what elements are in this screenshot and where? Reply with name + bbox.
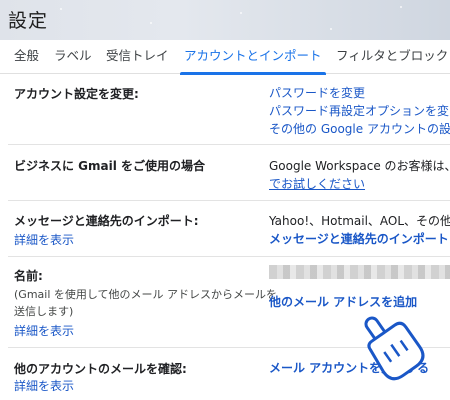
tab-inbox[interactable]: 受信トレイ xyxy=(106,40,169,74)
redacted-name xyxy=(269,265,450,279)
header-decoration xyxy=(150,22,152,24)
header-decoration xyxy=(330,28,332,30)
section-divider xyxy=(8,144,450,145)
import-mail-contacts-link[interactable]: メッセージと連絡先のインポート xyxy=(269,230,449,247)
name-note-line2: 送信します) xyxy=(14,305,74,318)
name-details-link[interactable]: 詳細を表示 xyxy=(14,322,74,339)
try-workspace-link[interactable]: でお試しください xyxy=(269,175,365,192)
section-divider xyxy=(8,200,450,201)
name-note-line1: (Gmail を使用して他のメール アドレスからメールを xyxy=(14,288,278,301)
tab-labels[interactable]: ラベル xyxy=(54,40,92,74)
tab-general[interactable]: 全般 xyxy=(14,40,39,74)
add-email-address-link[interactable]: 他のメール アドレスを追加 xyxy=(269,293,417,310)
header-decoration xyxy=(240,12,242,14)
import-label: メッセージと連絡先のインポート: xyxy=(14,214,199,228)
workspace-text: Google Workspace のお客様は、 xyxy=(269,159,450,173)
import-details-link[interactable]: 詳細を表示 xyxy=(14,231,74,248)
section-divider xyxy=(8,256,450,257)
check-mail-label: 他のアカウントのメールを確認: xyxy=(14,362,187,376)
import-sources-text: Yahoo!、Hotmail、AOL、その他 xyxy=(269,214,450,228)
add-mail-account-link[interactable]: メール アカウントを追加する xyxy=(269,359,429,376)
name-label: 名前: xyxy=(14,269,43,283)
change-password-link[interactable]: パスワードを変更 xyxy=(269,84,365,101)
settings-tabs: 全般 ラベル 受信トレイ アカウントとインポート フィルタとブロック xyxy=(0,40,450,75)
settings-header: 設定 xyxy=(0,0,450,40)
google-account-settings-link[interactable]: その他の Google アカウントの設 xyxy=(269,120,450,137)
page-title: 設定 xyxy=(8,10,49,32)
gmail-business-label: ビジネスに Gmail をご使用の場合 xyxy=(14,159,206,173)
check-mail-details-link[interactable]: 詳細を表示 xyxy=(14,377,74,394)
password-recovery-link[interactable]: パスワード再設定オプションを変 xyxy=(269,102,449,119)
change-account-label: アカウント設定を変更: xyxy=(14,87,139,101)
header-decoration xyxy=(400,6,402,8)
tab-filters-and-blocked[interactable]: フィルタとブロック xyxy=(336,40,448,74)
tab-accounts-and-import[interactable]: アカウントとインポート xyxy=(180,40,326,75)
hand-pointer-icon xyxy=(345,308,435,388)
header-decoration xyxy=(60,8,62,10)
section-divider xyxy=(8,347,450,348)
